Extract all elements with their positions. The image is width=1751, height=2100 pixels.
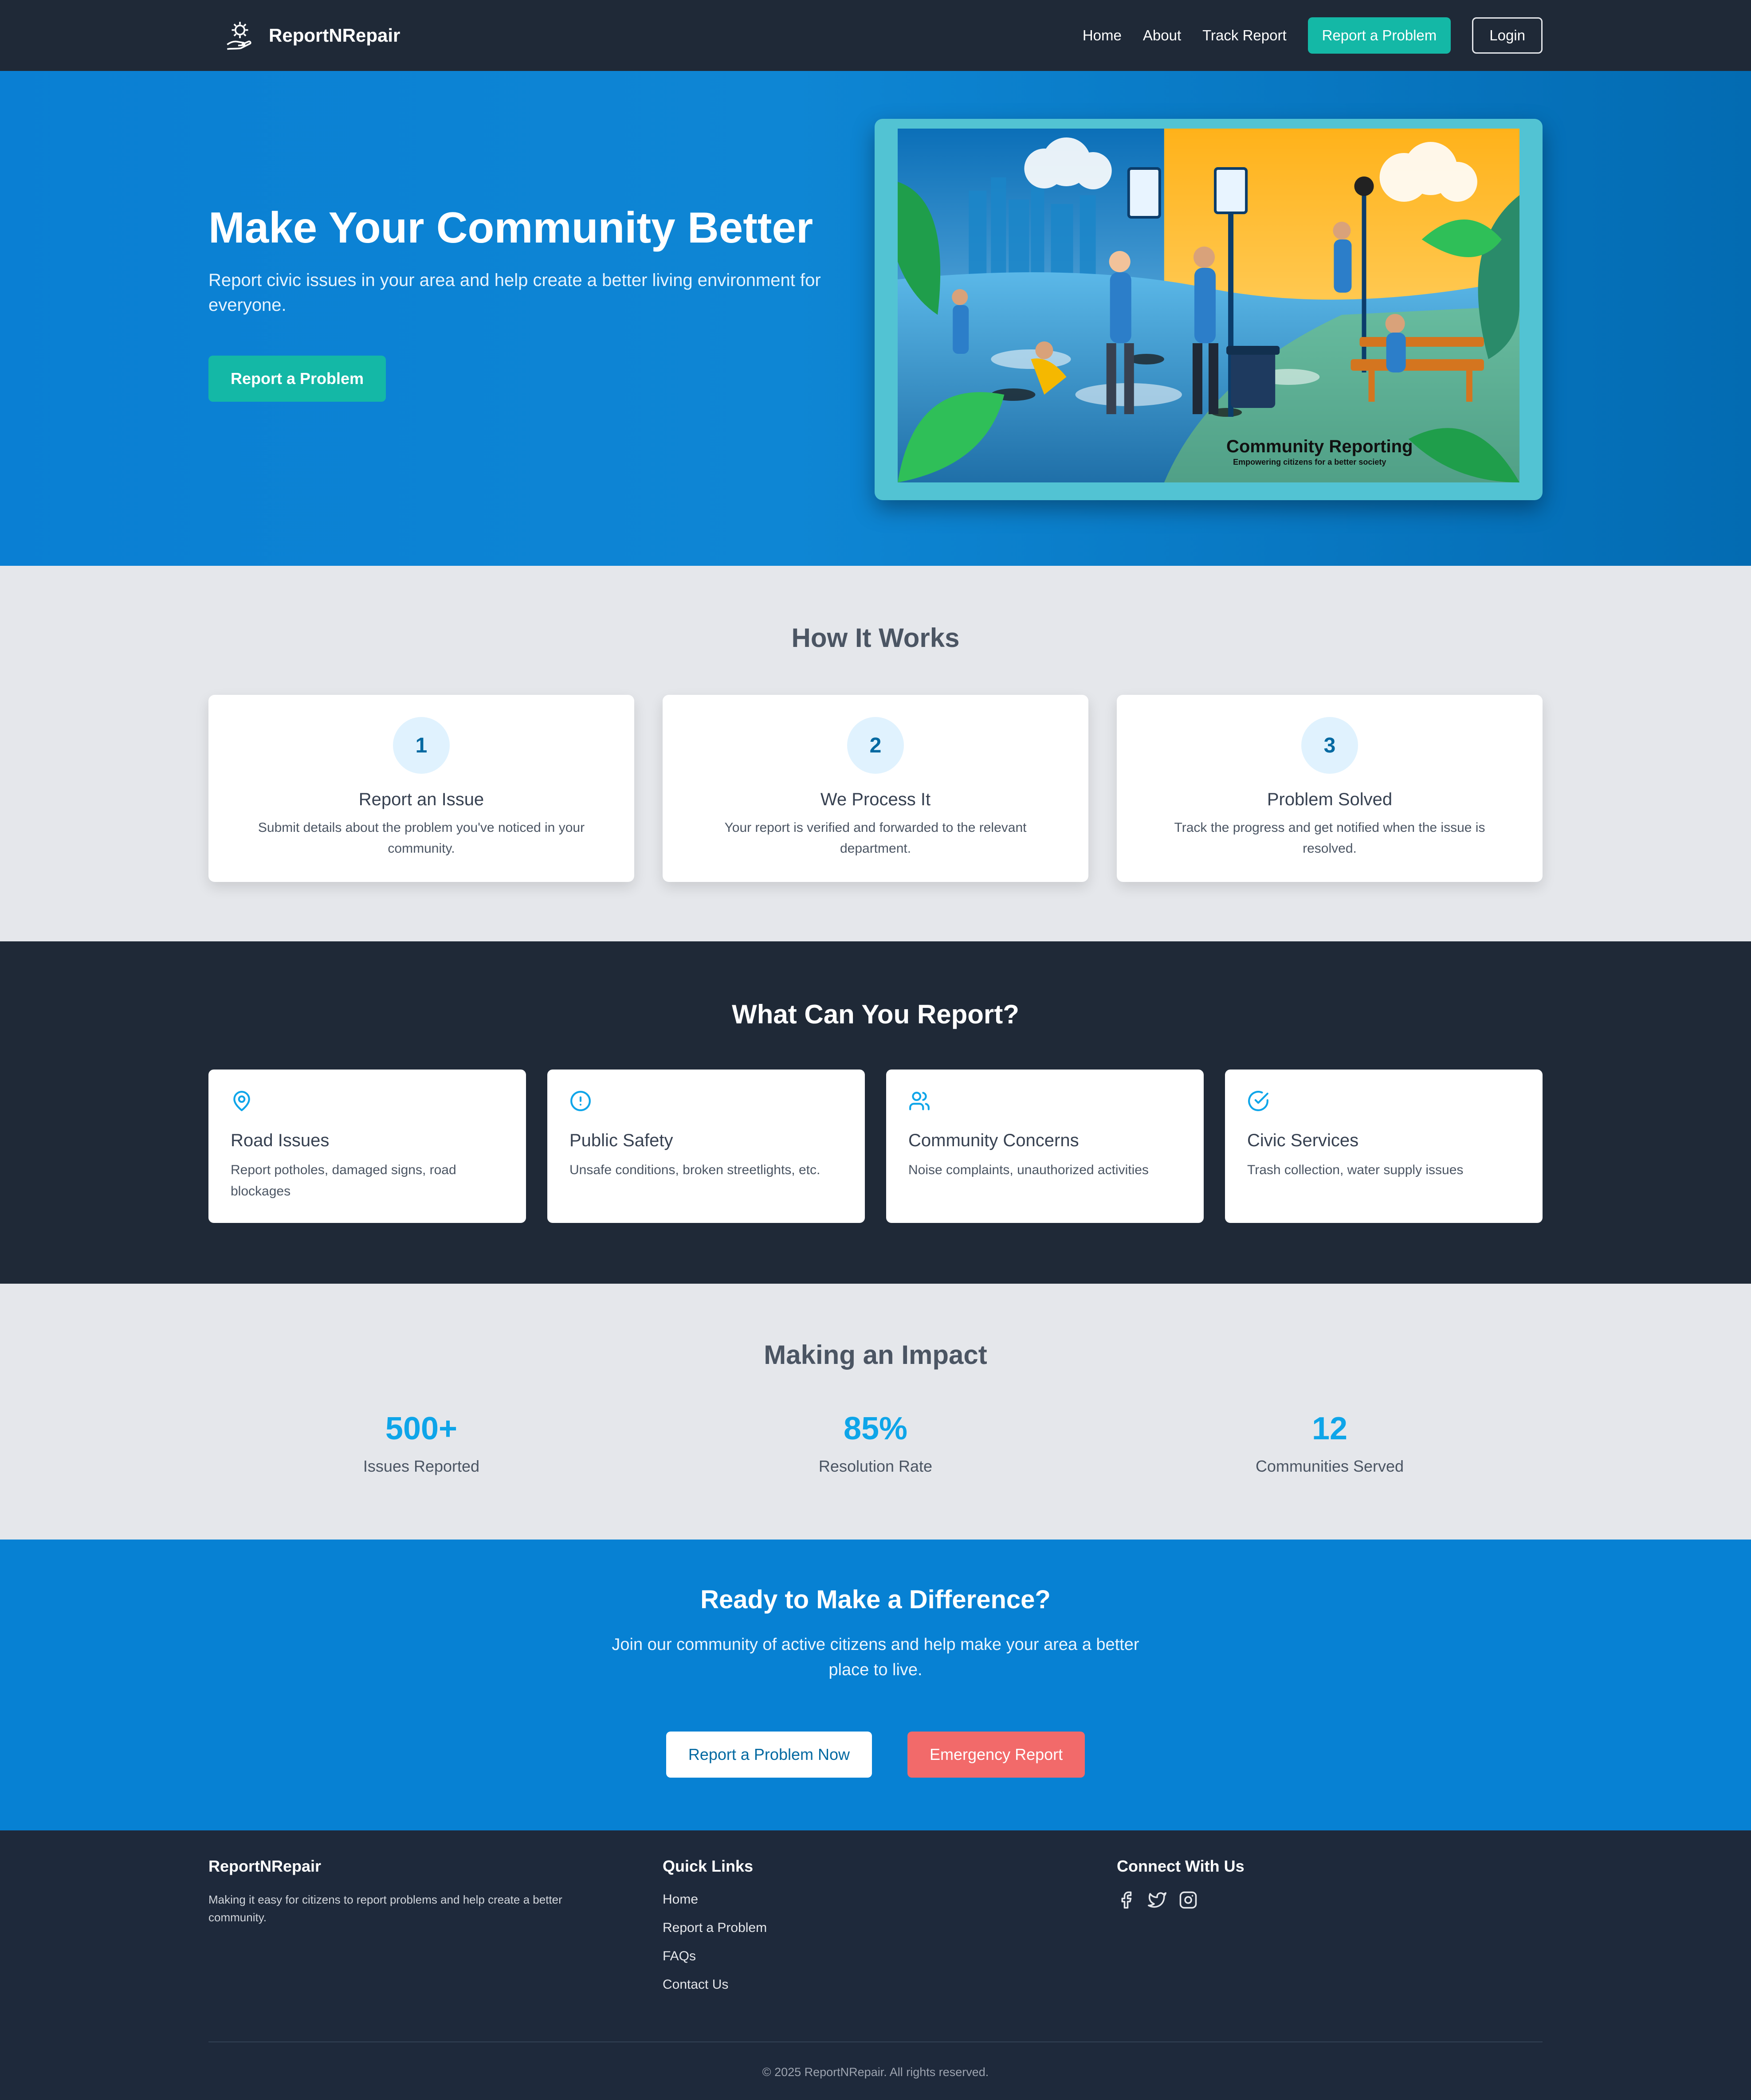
category-title: Public Safety (569, 1131, 673, 1150)
nav-links: Home About Track Report Report a Problem… (1083, 17, 1543, 54)
category-list: Road Issues Report potholes, damaged sig… (208, 1070, 1543, 1223)
stats-row: 500+ Issues Reported 85% Resolution Rate… (208, 1413, 1543, 1476)
step-title: We Process It (820, 790, 931, 809)
step-title: Problem Solved (1267, 790, 1393, 809)
step-card: 2 We Process It Your report is verified … (663, 695, 1088, 882)
footer-tagline: Making it easy for citizens to report pr… (208, 1893, 562, 1924)
brand[interactable]: ReportNRepair (222, 17, 400, 54)
footer-connect: Connect With Us (1117, 1857, 1543, 2026)
nav-about[interactable]: About (1143, 27, 1181, 44)
connect-title: Connect With Us (1117, 1857, 1245, 1875)
emergency-report-button[interactable]: Emergency Report (907, 1732, 1085, 1778)
category-card-civic-services[interactable]: Civic Services Trash collection, water s… (1225, 1070, 1543, 1223)
stat-value: 85% (843, 1411, 908, 1446)
step-card: 1 Report an Issue Submit details about t… (208, 695, 634, 882)
category-title: Road Issues (231, 1131, 330, 1150)
category-title: Community Concerns (908, 1131, 1079, 1150)
category-description: Unsafe conditions, broken streetlights, … (569, 1163, 821, 1177)
hero-subtitle: Report civic issues in your area and hel… (208, 270, 821, 315)
social-links (1117, 1891, 1543, 1909)
facebook-icon[interactable] (1117, 1891, 1135, 1909)
category-description: Noise complaints, unauthorized activitie… (908, 1163, 1149, 1177)
stat-label: Resolution Rate (818, 1457, 933, 1475)
cta-subtitle: Join our community of active citizens an… (612, 1635, 1139, 1679)
category-title: Civic Services (1247, 1131, 1359, 1150)
step-title: Report an Issue (358, 790, 484, 809)
gear-hand-logo-icon (227, 22, 251, 50)
footer: ReportNRepair Making it easy for citizen… (0, 1830, 1751, 2100)
impact-section: Making an Impact 500+ Issues Reported 85… (0, 1284, 1751, 1540)
report-title: What Can You Report? (732, 999, 1019, 1029)
step-number-badge: 1 (393, 717, 450, 774)
stat-resolution-rate: 85% Resolution Rate (663, 1413, 1088, 1476)
impact-title: Making an Impact (764, 1340, 987, 1370)
footer-link-faqs[interactable]: FAQs (663, 1947, 1088, 1965)
steps-list: 1 Report an Issue Submit details about t… (208, 695, 1543, 882)
image-subcaption: Empowering citizens for a better society (1233, 458, 1386, 466)
hero-report-button[interactable]: Report a Problem (208, 355, 386, 402)
cta-title: Ready to Make a Difference? (700, 1585, 1051, 1614)
step-description: Track the progress and get notified when… (1174, 820, 1485, 856)
map-pin-icon (233, 1091, 250, 1111)
community-reporting-illustration: Community Reporting Empowering citizens … (898, 129, 1519, 482)
stat-label: Communities Served (1255, 1457, 1404, 1475)
alert-circle-icon (570, 1091, 591, 1111)
report-now-button[interactable]: Report a Problem Now (666, 1732, 872, 1778)
cta-buttons: Report a Problem Now Emergency Report (0, 1732, 1751, 1778)
users-icon (909, 1092, 930, 1110)
hero-image-frame: Community Reporting Empowering citizens … (875, 119, 1543, 500)
footer-brand: ReportNRepair (208, 1857, 322, 1875)
stat-value: 12 (1311, 1411, 1348, 1446)
stat-issues-reported: 500+ Issues Reported (208, 1413, 634, 1476)
category-card-community-concerns[interactable]: Community Concerns Noise complaints, una… (886, 1070, 1204, 1223)
footer-link-home[interactable]: Home (663, 1891, 1088, 1908)
hero-title: Make Your Community Better (208, 203, 813, 252)
step-description: Submit details about the problem you've … (258, 820, 585, 856)
hero-text: Make Your Community Better Report civic … (208, 204, 829, 402)
image-caption: Community Reporting (1226, 437, 1413, 456)
twitter-icon[interactable] (1148, 1891, 1166, 1909)
footer-quick-links: Quick Links Home Report a Problem FAQs C… (663, 1857, 1088, 2026)
copyright: © 2025 ReportNRepair. All rights reserve… (762, 2065, 989, 2079)
nav-track-report[interactable]: Track Report (1202, 27, 1287, 44)
footer-divider (208, 2041, 1543, 2042)
login-button[interactable]: Login (1472, 17, 1543, 54)
how-it-works-section: How It Works 1 Report an Issue Submit de… (0, 566, 1751, 941)
category-description: Report potholes, damaged signs, road blo… (231, 1163, 456, 1199)
how-title: How It Works (791, 623, 960, 653)
cta-section: Ready to Make a Difference? Join our com… (0, 1540, 1751, 1830)
step-card: 3 Problem Solved Track the progress and … (1117, 695, 1543, 882)
nav-home[interactable]: Home (1083, 27, 1122, 44)
step-number-badge: 2 (847, 717, 904, 774)
brand-name: ReportNRepair (269, 25, 400, 46)
footer-link-contact[interactable]: Contact Us (663, 1976, 1088, 1994)
navbar: ReportNRepair Home About Track Report Re… (0, 0, 1751, 71)
stat-communities-served: 12 Communities Served (1117, 1413, 1543, 1476)
instagram-icon[interactable] (1179, 1891, 1197, 1909)
footer-columns: ReportNRepair Making it easy for citizen… (208, 1857, 1543, 2026)
stat-label: Issues Reported (363, 1457, 480, 1475)
check-circle-icon (1248, 1091, 1268, 1111)
footer-about: ReportNRepair Making it easy for citizen… (208, 1857, 634, 2026)
step-description: Your report is verified and forwarded to… (724, 820, 1027, 856)
category-card-public-safety[interactable]: Public Safety Unsafe conditions, broken … (547, 1070, 865, 1223)
nav-report-button[interactable]: Report a Problem (1307, 17, 1451, 54)
quick-links-title: Quick Links (663, 1857, 754, 1875)
report-categories-section: What Can You Report? Road Issues Report … (0, 941, 1751, 1284)
hero-section: Make Your Community Better Report civic … (0, 71, 1751, 566)
category-description: Trash collection, water supply issues (1247, 1163, 1464, 1177)
footer-link-report[interactable]: Report a Problem (663, 1919, 1088, 1937)
stat-value: 500+ (385, 1411, 458, 1446)
category-card-road-issues[interactable]: Road Issues Report potholes, damaged sig… (208, 1070, 526, 1223)
step-number-badge: 3 (1301, 717, 1358, 774)
